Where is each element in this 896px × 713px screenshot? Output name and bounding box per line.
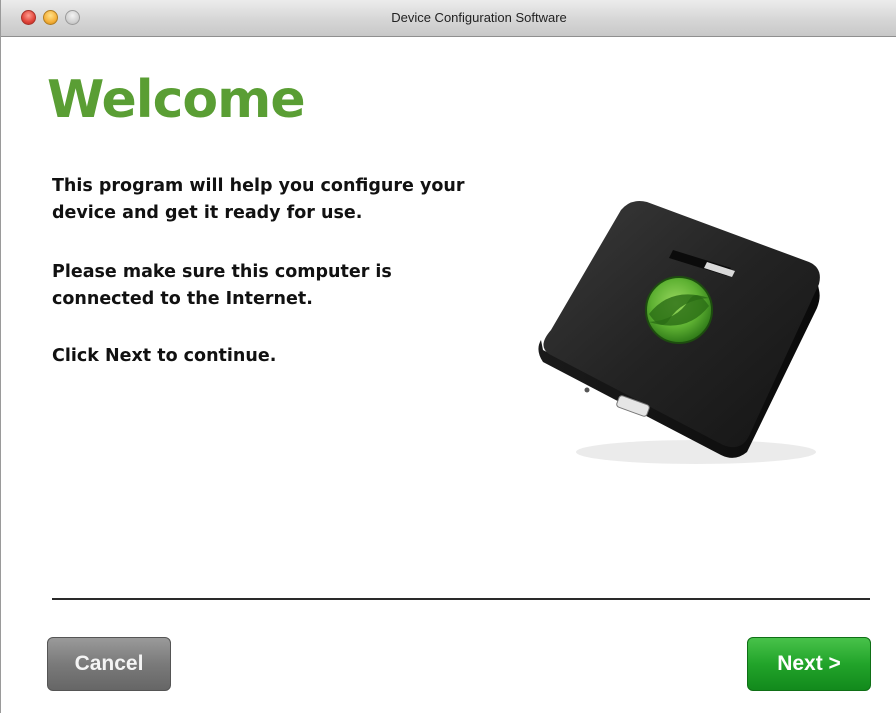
continue-instruction-text: Click Next to continue. [52,346,277,366]
intro-text: This program will help you configure you… [52,176,465,223]
cancel-button[interactable]: Cancel [47,637,171,691]
internet-notice-text: Please make sure this computer is connec… [52,262,392,309]
next-button[interactable]: Next > [747,637,871,691]
device-led-icon [584,387,590,393]
device-illustration [538,201,820,464]
footer-divider [52,598,870,600]
title-bar[interactable]: Device Configuration Software [1,0,896,37]
setup-window: Device Configuration Software Welcome Th… [0,0,896,713]
window-title: Device Configuration Software [391,10,567,25]
page-title: Welcome [47,70,306,130]
